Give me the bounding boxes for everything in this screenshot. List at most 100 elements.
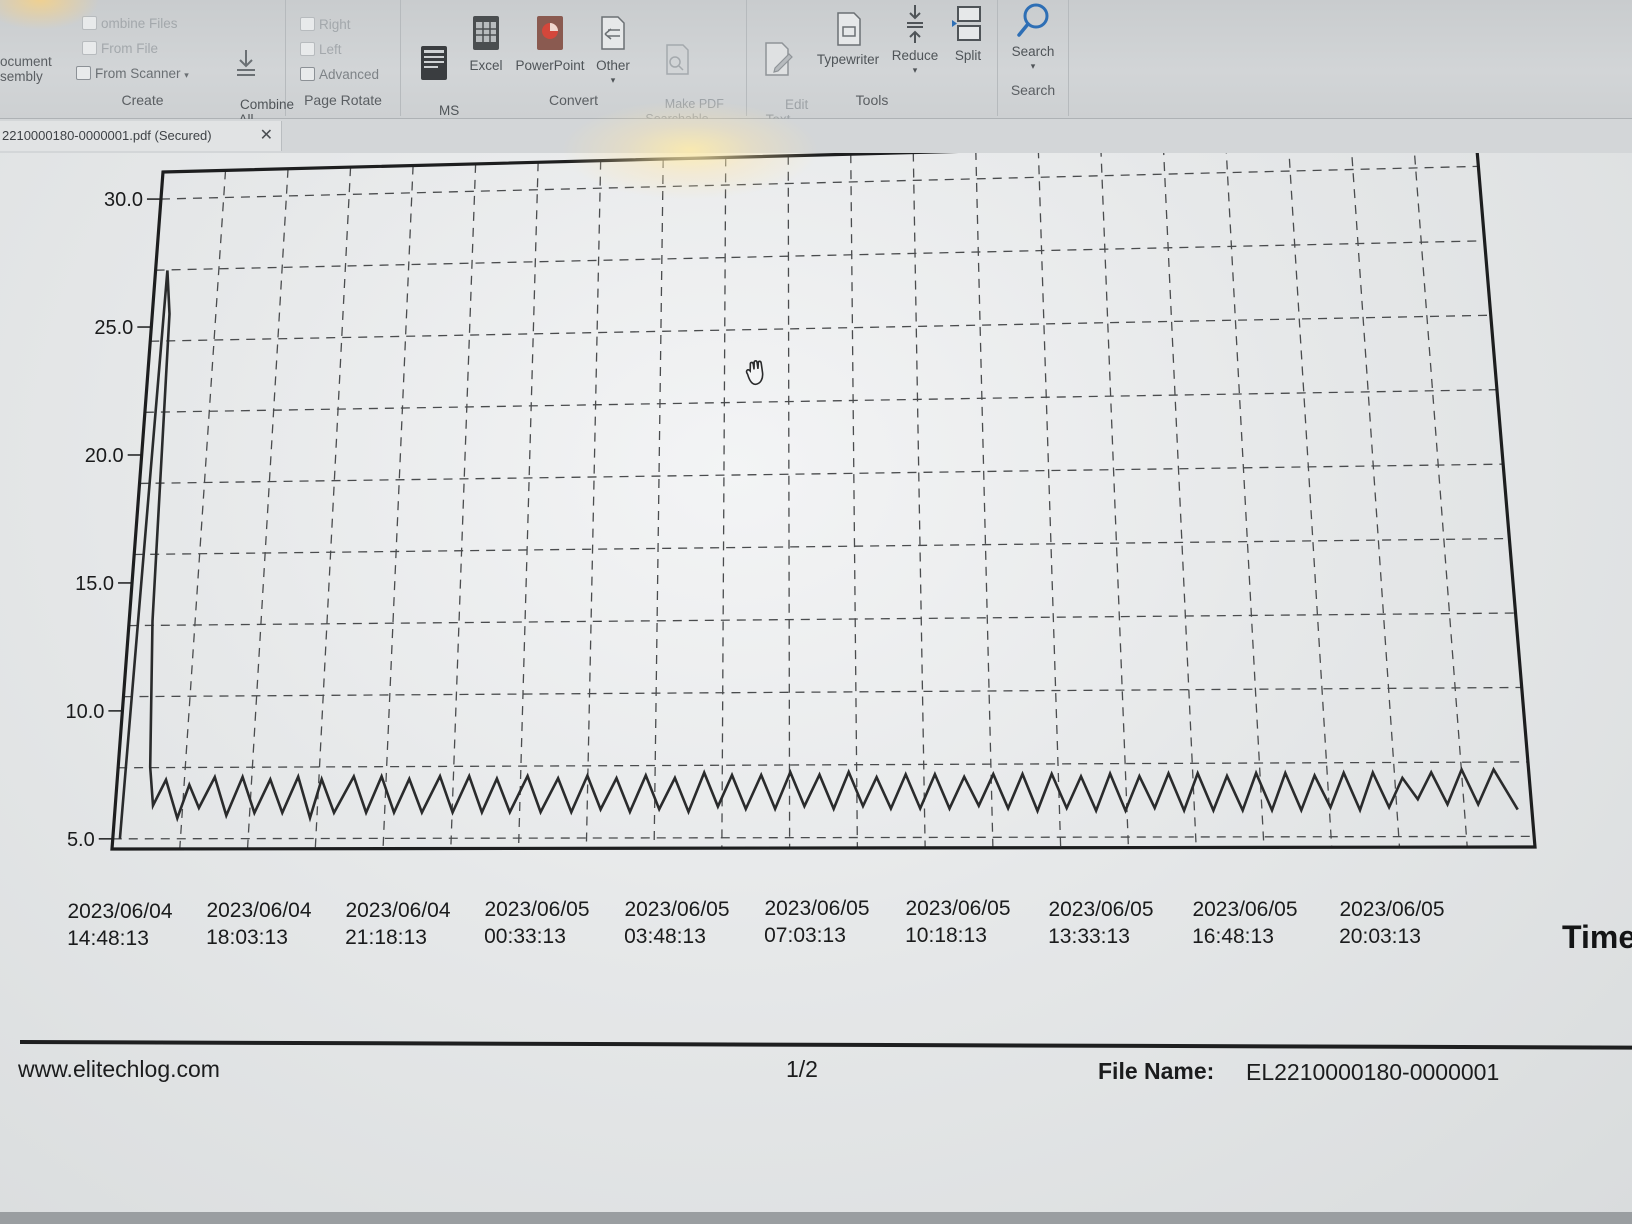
x-tick-time: 16:48:13 xyxy=(1192,925,1274,948)
grid-line-vertical xyxy=(653,159,664,849)
make-searchable-icon xyxy=(666,44,689,75)
temperature-chart: 30.0 25.0 20.0 15.0 10.0 5.0 2023/06/04 14:48:… xyxy=(65,153,1632,955)
grid-line-vertical xyxy=(1351,153,1401,848)
x-axis-ticks: 2023/06/04 14:48:13 2023/06/04 18:03:13 2023… xyxy=(67,897,1444,950)
rotate-right-icon xyxy=(300,17,315,31)
split-icon xyxy=(952,6,981,41)
y-tick-label: 25.0 xyxy=(94,317,133,339)
chart-grid xyxy=(112,153,1535,849)
rotate-left-button[interactable]: Left xyxy=(300,42,342,57)
rotate-advanced-button[interactable]: Advanced xyxy=(300,67,379,82)
combine-files-icon xyxy=(82,16,97,30)
advanced-rotate-icon xyxy=(300,67,315,81)
chart-frame xyxy=(110,153,1537,851)
document-assembly-button[interactable]: ocument sembly xyxy=(0,54,60,84)
grid-line-vertical xyxy=(1413,153,1468,848)
close-icon[interactable]: ✕ xyxy=(260,121,273,151)
search-button[interactable]: Search ▾ xyxy=(1002,2,1064,74)
typewriter-icon xyxy=(837,12,861,46)
excel-icon xyxy=(473,16,499,50)
x-tick-time: 13:33:13 xyxy=(1048,925,1130,948)
document-tabs: 2210000180-0000001.pdf (Secured) ✕ xyxy=(0,119,1632,154)
powerpoint-icon xyxy=(537,16,563,50)
rotate-right-button[interactable]: Right xyxy=(300,17,351,32)
x-tick-date: 2023/06/04 xyxy=(345,899,450,922)
document-tab[interactable]: 2210000180-0000001.pdf (Secured) ✕ xyxy=(0,121,282,151)
grid-line-vertical xyxy=(382,165,414,849)
temperature-series-line xyxy=(118,270,1519,839)
x-axis-label: Time xyxy=(1562,919,1632,955)
x-tick-time: 21:18:13 xyxy=(345,926,427,949)
search-icon xyxy=(1017,3,1049,37)
from-file-icon xyxy=(82,41,97,55)
tools-group-label: Tools xyxy=(855,92,889,108)
grid-line-vertical xyxy=(585,160,602,849)
grid-line-horizontal xyxy=(139,463,1504,485)
grid-line-vertical xyxy=(246,168,289,849)
reduce-button[interactable]: Reduce ▾ xyxy=(887,4,943,78)
rotate-left-icon xyxy=(300,42,315,56)
document-page[interactable]: 30.0 25.0 20.0 15.0 10.0 5.0 2023/06/04 14:48:… xyxy=(0,153,1632,1213)
grid-line-horizontal xyxy=(134,537,1510,556)
grid-line-vertical xyxy=(850,154,859,848)
plot-area-border xyxy=(110,153,1537,851)
x-tick-date: 2023/06/04 xyxy=(67,900,172,923)
from-scanner-button[interactable]: From Scanner ▾ xyxy=(76,66,189,81)
grid-line-horizontal xyxy=(155,240,1485,271)
typewriter-button[interactable]: Typewriter xyxy=(809,10,887,67)
split-button[interactable]: Split xyxy=(943,4,993,63)
combine-files-button[interactable]: ombine Files xyxy=(82,16,178,31)
other-button[interactable]: Other ▾ xyxy=(591,14,635,88)
y-tick-label: 15.0 xyxy=(75,573,114,595)
x-tick-date: 2023/06/05 xyxy=(764,897,869,920)
powerpoint-button[interactable]: PowerPoint xyxy=(511,14,589,73)
grid-line-horizontal xyxy=(128,612,1516,627)
grid-line-vertical xyxy=(314,167,352,849)
download-arrow-icon xyxy=(237,50,255,76)
grid-line-vertical xyxy=(179,170,227,849)
grid-line-vertical xyxy=(450,163,477,849)
x-tick-date: 2023/06/05 xyxy=(1192,898,1297,921)
x-tick-time: 00:33:13 xyxy=(484,925,566,948)
footer-file-name-value: EL2210000180-0000001 xyxy=(1246,1059,1500,1085)
x-tick-date: 2023/06/05 xyxy=(484,898,589,921)
y-tick-label: 5.0 xyxy=(67,829,95,851)
grid-line-vertical xyxy=(975,153,994,848)
hand-cursor-icon xyxy=(745,360,764,386)
y-tick-label: 20.0 xyxy=(85,445,124,467)
dropdown-arrow-icon: ▾ xyxy=(610,75,616,85)
excel-button[interactable]: Excel xyxy=(463,14,509,73)
grid-line-horizontal xyxy=(112,835,1535,840)
x-tick-date: 2023/06/05 xyxy=(905,897,1010,920)
x-tick-time: 10:18:13 xyxy=(905,924,987,947)
grid-line-vertical xyxy=(1288,153,1333,848)
convert-group: MS Word Excel PowerPo xyxy=(401,0,747,133)
tools-group: Edit Text Typewriter Reduce xyxy=(747,0,998,127)
x-tick-time: 18:03:13 xyxy=(206,926,288,949)
x-tick-date: 2023/06/04 xyxy=(206,899,311,922)
dropdown-arrow-icon: ▾ xyxy=(184,70,189,80)
x-tick-time: 20:03:13 xyxy=(1339,925,1421,948)
footer-page-number: 1/2 xyxy=(786,1056,818,1082)
chart-series xyxy=(118,270,1519,839)
monitor-bezel xyxy=(0,1212,1632,1224)
reduce-icon xyxy=(907,5,923,43)
page-rotate-group-label: Page Rotate xyxy=(304,92,382,108)
create-group: ocument sembly ombine Files From File Fr… xyxy=(0,0,294,127)
x-tick-date: 2023/06/05 xyxy=(1339,898,1444,921)
grid-line-vertical xyxy=(912,153,926,848)
grid-line-horizontal xyxy=(118,761,1528,769)
x-tick-date: 2023/06/05 xyxy=(624,898,729,921)
from-file-button[interactable]: From File xyxy=(82,41,158,56)
x-tick-time: 03:48:13 xyxy=(624,925,706,948)
grid-line-vertical xyxy=(1225,153,1265,848)
grid-line-vertical xyxy=(721,157,727,849)
y-tick-label: 10.0 xyxy=(65,701,104,723)
grid-line-vertical xyxy=(1100,153,1130,848)
footer-website: www.elitechlog.com xyxy=(18,1056,220,1082)
page-rotate-group: Right Left Advanced Page Rotate xyxy=(286,0,401,116)
grid-line-vertical xyxy=(787,155,791,849)
scanner-icon xyxy=(76,66,91,80)
document-icon xyxy=(601,16,625,50)
ribbon-toolbar: ocument sembly ombine Files From File Fr… xyxy=(0,0,1632,133)
